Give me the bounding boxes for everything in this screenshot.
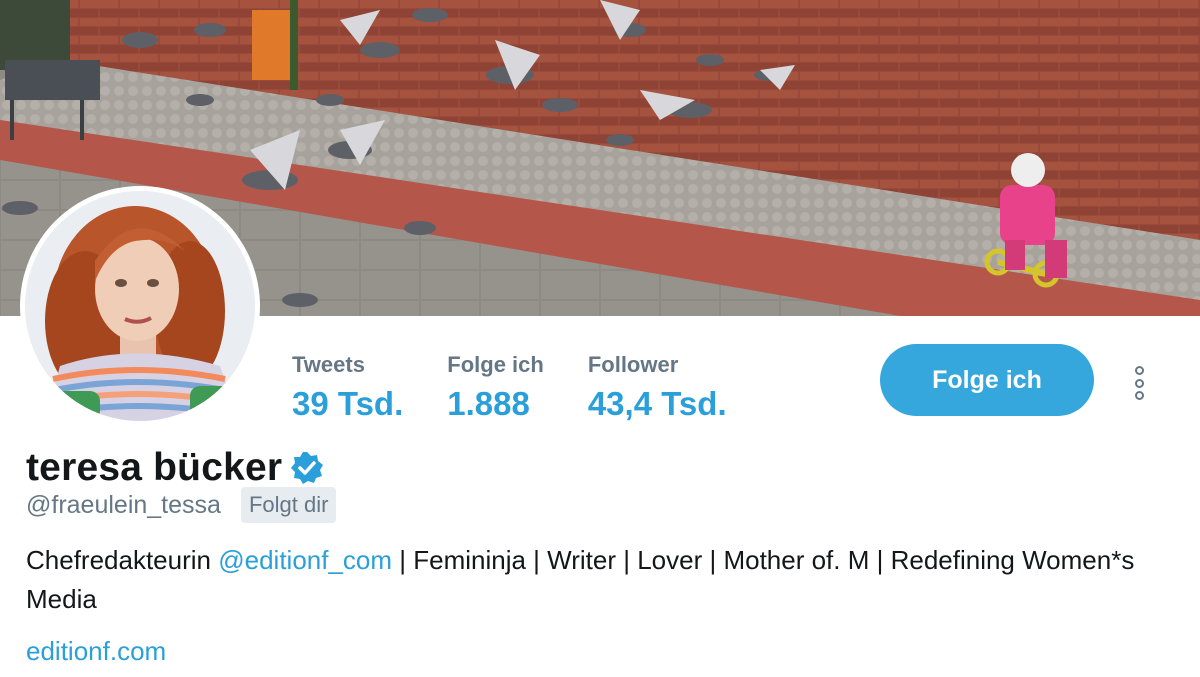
dot — [1134, 378, 1144, 388]
stat-tweets[interactable]: Tweets 39 Tsd. — [292, 352, 403, 424]
avatar-photo — [25, 191, 255, 421]
more-vertical-icon[interactable] — [1128, 366, 1150, 400]
stat-following[interactable]: Folge ich 1.888 — [447, 352, 544, 424]
bio-text: Chefredakteurin — [26, 545, 219, 575]
profile-avatar[interactable] — [20, 186, 260, 426]
profile-website-link[interactable]: editionf.com — [26, 636, 166, 667]
verified-badge-icon — [291, 452, 324, 484]
stat-label: Tweets — [292, 352, 365, 377]
follows-you-badge: Folgt dir — [240, 487, 337, 523]
profile-name: teresa bücker — [26, 446, 283, 489]
profile-stats: Tweets 39 Tsd. Folge ich 1.888 Follower … — [292, 352, 771, 424]
dot — [1134, 366, 1144, 375]
profile-handle: @fraeulein_tessa — [26, 490, 221, 519]
following-button[interactable]: Folge ich — [880, 344, 1094, 416]
dot — [1134, 391, 1144, 400]
profile-handle-row: @fraeulein_tessa Folgt dir — [26, 487, 337, 523]
stat-value: 1.888 — [447, 385, 530, 422]
bio-mention-link[interactable]: @editionf_com — [218, 545, 392, 575]
stat-label: Follower — [587, 352, 679, 377]
stat-followers[interactable]: Follower 43,4 Tsd. — [588, 352, 727, 424]
stat-value: 43,4 Tsd. — [587, 385, 727, 422]
stat-value: 39 Tsd. — [292, 385, 404, 422]
profile-bio: Chefredakteurin @editionf_com | Femininj… — [26, 541, 1176, 619]
stat-label: Folge ich — [447, 352, 544, 377]
profile-name-row: teresa bücker — [26, 446, 324, 490]
